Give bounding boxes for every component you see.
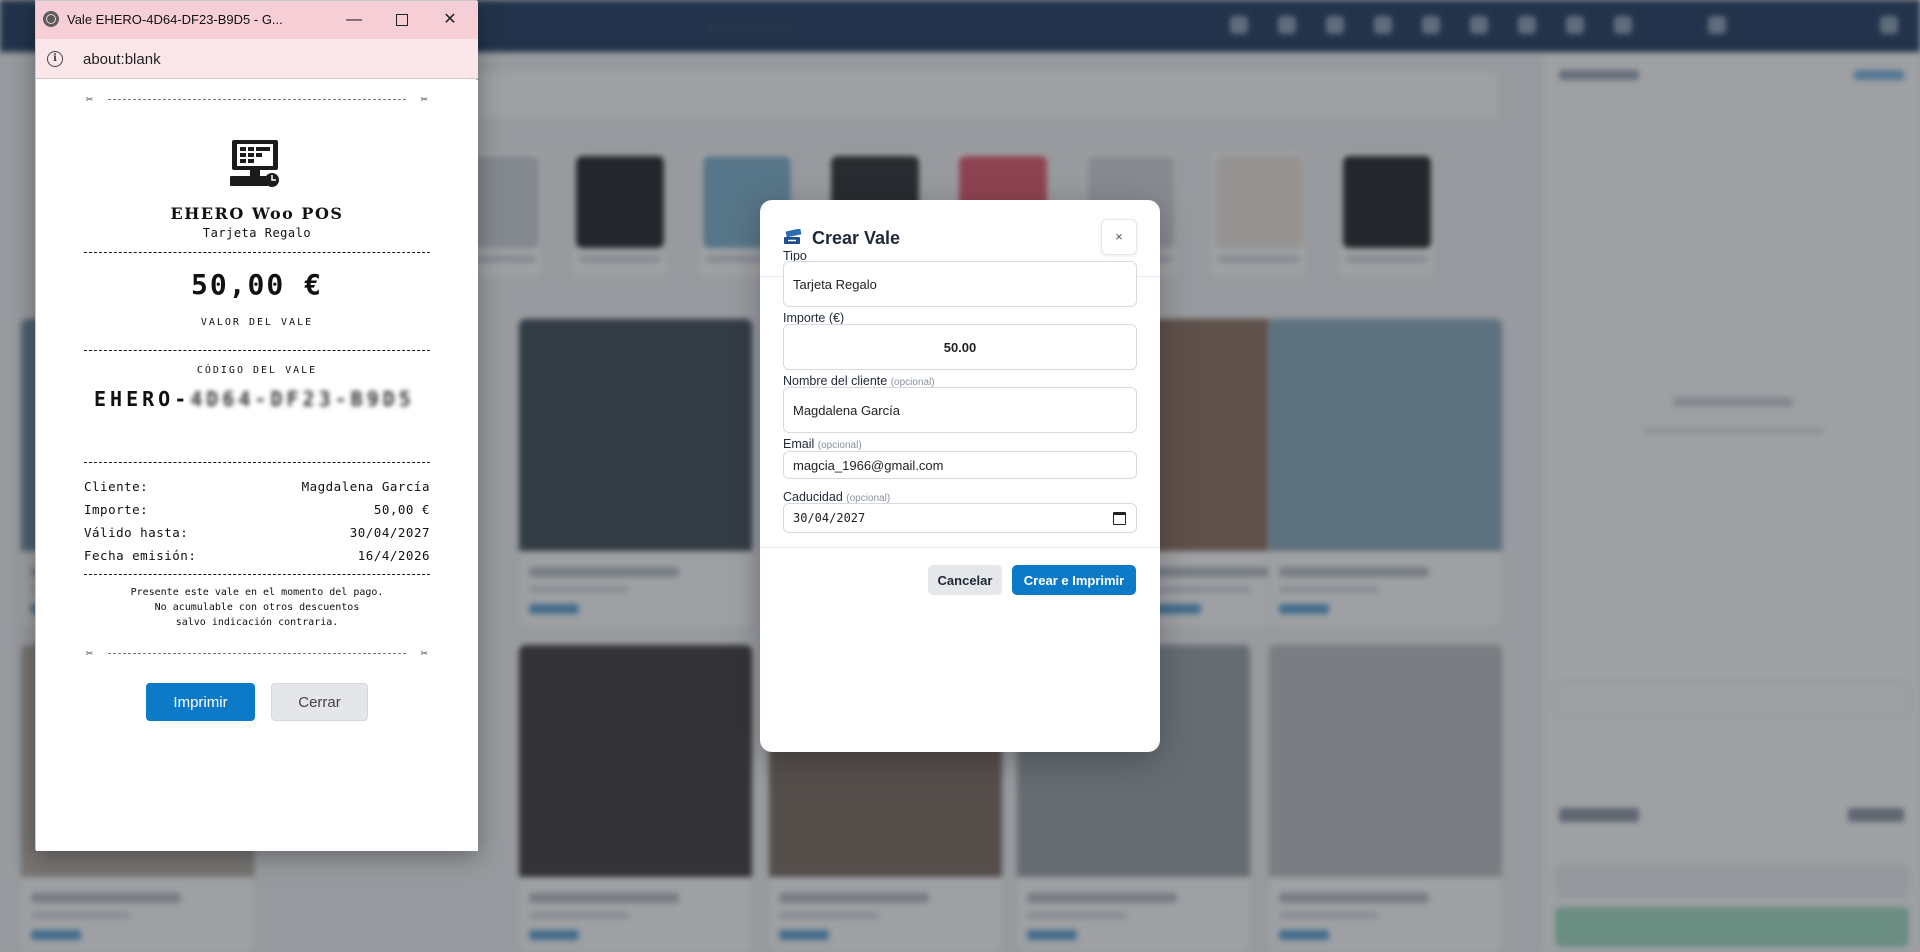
receipt-voucher-code: EHERO-4D64-DF23-B9D5 [94, 386, 424, 413]
receipt-amount-caption: VALOR DEL VALE [200, 317, 314, 328]
expiry-date-value: 30/04/2027 [793, 511, 866, 525]
divider [84, 252, 430, 253]
address-bar[interactable]: i about:blank [36, 39, 478, 79]
divider [84, 350, 430, 351]
cash-register-icon [230, 140, 279, 187]
minimize-icon[interactable]: — [331, 5, 377, 35]
close-icon[interactable]: ✕ [427, 5, 473, 35]
create-and-print-button[interactable]: Crear e Imprimir [1012, 565, 1136, 595]
row-key: Cliente: [84, 479, 149, 494]
modal-close-button[interactable]: × [1101, 219, 1137, 255]
scissors-icon: ✂ [86, 92, 94, 106]
importe-input[interactable]: 50.00 [783, 324, 1137, 370]
ticket-icon [784, 229, 802, 244]
calendar-icon[interactable] [1113, 512, 1126, 525]
info-icon[interactable]: i [47, 51, 63, 67]
cut-line-bottom: ✂ ✂ [86, 646, 428, 660]
row-key: Válido hasta: [84, 525, 189, 540]
row-value: 30/04/2027 [349, 525, 430, 540]
scissors-icon: ✂ [420, 92, 428, 106]
email-optional-hint: (opcional) [817, 440, 862, 451]
caducidad-label: Caducidad (opcional) [783, 490, 890, 504]
close-window-button[interactable]: Cerrar [271, 683, 368, 721]
receipt-note: Presente este vale en el momento del pag… [36, 585, 478, 630]
divider [84, 462, 430, 463]
globe-icon [43, 11, 59, 27]
note-line: No acumulable con otros descuentos [154, 602, 360, 613]
voucher-popup-window: Vale EHERO-4D64-DF23-B9D5 - G... — ✕ i a… [35, 0, 478, 851]
importe-value: 50.00 [943, 339, 977, 355]
modal-title: Crear Vale [812, 228, 901, 248]
receipt-store-name: EHERO Woo POS [170, 204, 344, 223]
print-button[interactable]: Imprimir [146, 683, 255, 721]
row-value: Magdalena García [301, 479, 430, 494]
email-value: magcia_1966@gmail.com [793, 457, 944, 473]
expiry-date-input[interactable]: 30/04/2027 [783, 503, 1137, 533]
voucher-receipt: ✂ ✂ EHERO Woo POS Tarjeta Regalo 50,00 €… [36, 80, 478, 851]
caducidad-label-text: Caducidad [783, 490, 843, 504]
row-key: Importe: [84, 502, 149, 517]
email-input[interactable]: magcia_1966@gmail.com [783, 451, 1137, 479]
receipt-code-caption: CÓDIGO DEL VALE [196, 365, 318, 376]
customer-name-value: Magdalena García [793, 402, 900, 418]
scissors-icon: ✂ [86, 646, 94, 660]
receipt-voucher-type: Tarjeta Regalo [202, 226, 312, 240]
nombre-label: Nombre del cliente (opcional) [783, 374, 935, 388]
importe-label: Importe (€) [783, 311, 845, 325]
cut-line-top: ✂ ✂ [86, 92, 428, 106]
tipo-select[interactable]: Tarjeta Regalo [783, 261, 1137, 307]
modal-footer: Cancelar Crear e Imprimir [760, 547, 1160, 611]
note-line: salvo indicación contraria. [175, 617, 339, 628]
popup-window-title: Vale EHERO-4D64-DF23-B9D5 - G... [67, 12, 283, 27]
create-voucher-modal: Crear Vale × Tipo Tarjeta Regalo Importe… [760, 200, 1160, 752]
voucher-code-prefix: EHERO- [94, 387, 191, 411]
row-value: 50,00 € [373, 502, 430, 517]
nombre-label-text: Nombre del cliente [783, 374, 888, 388]
tipo-value: Tarjeta Regalo [793, 276, 877, 292]
row-value: 16/4/2026 [357, 548, 430, 563]
address-url: about:blank [83, 51, 161, 68]
email-label: Email (opcional) [783, 437, 862, 451]
popup-titlebar[interactable]: Vale EHERO-4D64-DF23-B9D5 - G... — ✕ [36, 1, 478, 39]
cancel-button[interactable]: Cancelar [928, 565, 1002, 595]
receipt-amount: 50,00 € [190, 268, 323, 301]
email-label-text: Email [783, 437, 815, 451]
divider [84, 574, 430, 575]
scissors-icon: ✂ [420, 646, 428, 660]
maximize-icon[interactable] [379, 5, 425, 35]
row-key: Fecha emisión: [84, 548, 197, 563]
note-line: Presente este vale en el momento del pag… [130, 587, 384, 598]
voucher-code-blurred: 4D64-DF23-B9D5 [190, 387, 415, 411]
customer-name-input[interactable]: Magdalena García [783, 387, 1137, 433]
